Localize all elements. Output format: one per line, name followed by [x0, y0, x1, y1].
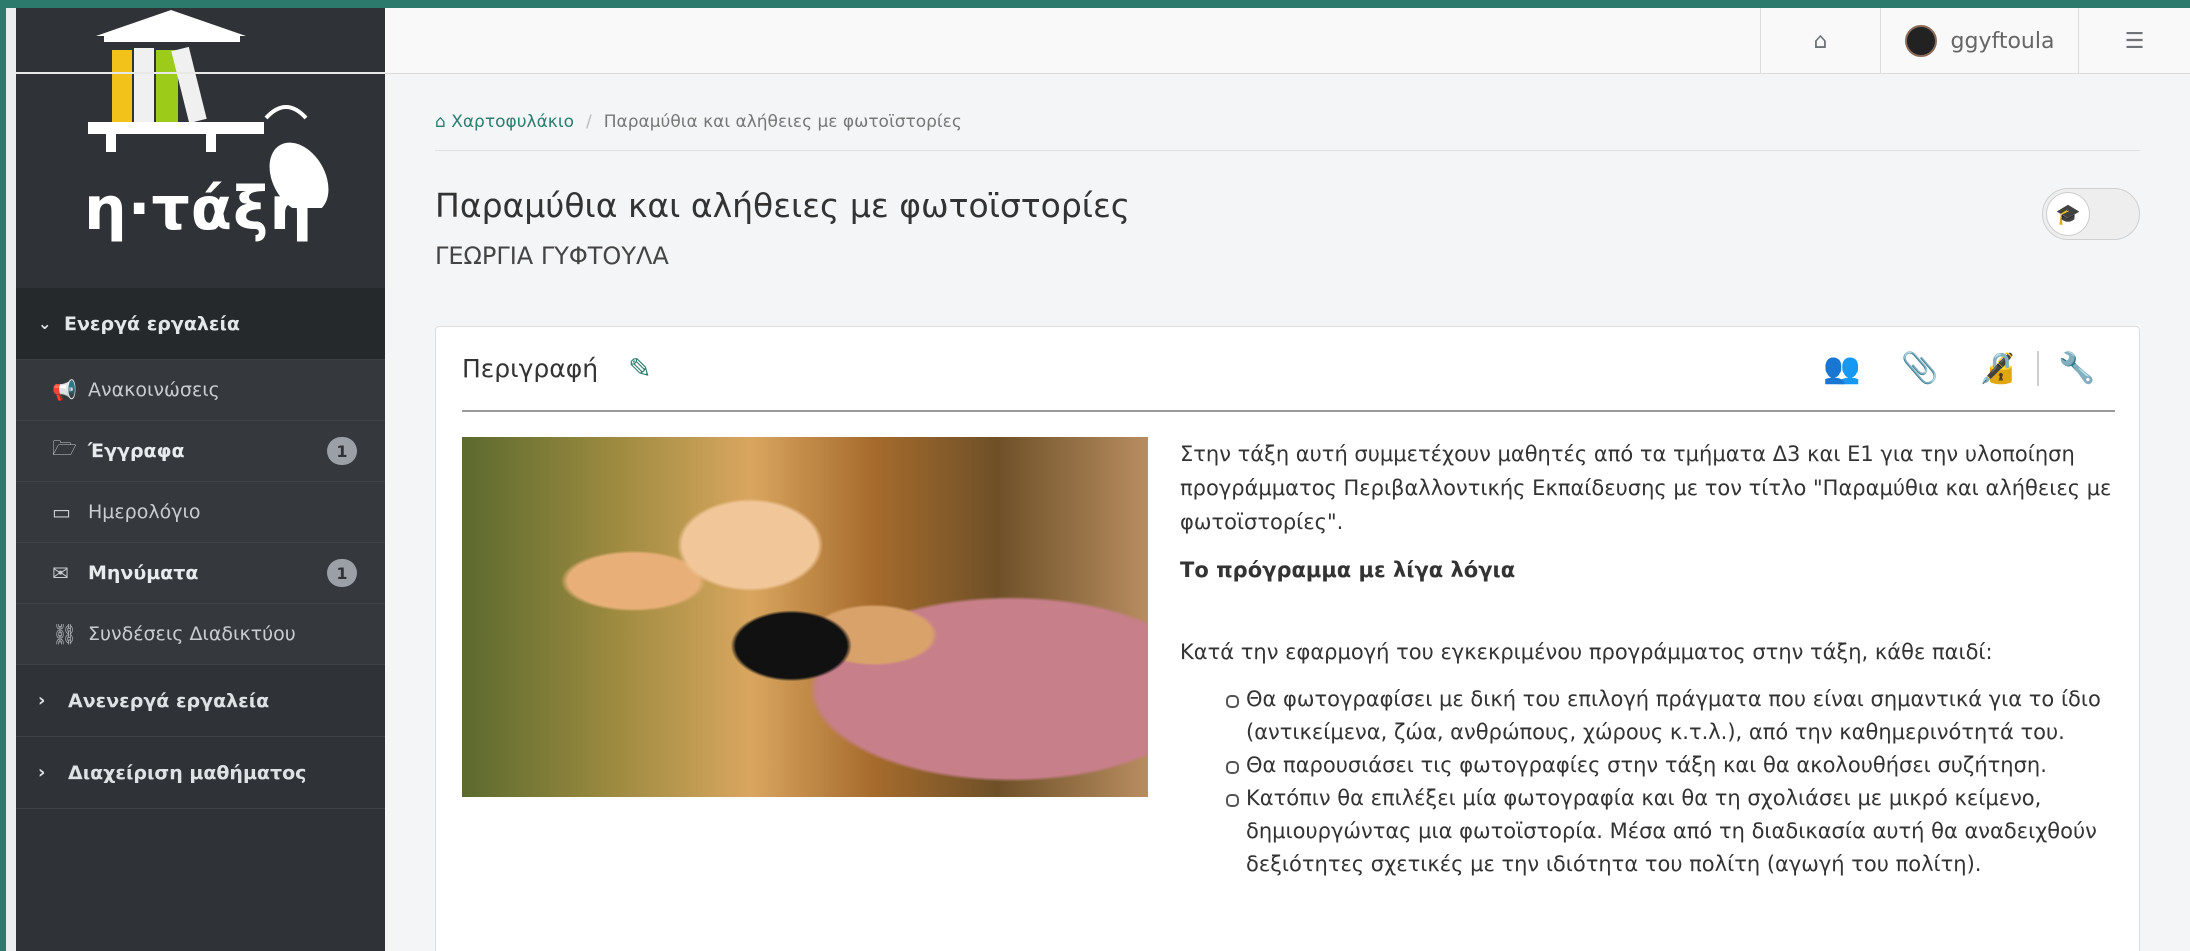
panel-header: Περιγραφή ✎ 👥 📎 🔏 🔧	[462, 327, 2115, 412]
settings-sliders-icon: ☰	[2124, 28, 2145, 54]
calendar-icon: ▭	[52, 500, 71, 524]
page-subtitle: ΓΕΩΡΓΙΑ ΓΥΦΤΟΥΛΑ	[435, 242, 669, 270]
menu-course-admin-label: Διαχείριση μαθήματος	[68, 761, 307, 784]
description-lead: Κατά την εφαρμογή του εγκεκριμένου προγρ…	[1180, 640, 1993, 664]
envelope-icon: ✉	[52, 561, 69, 585]
chevron-right-icon: ›	[38, 690, 46, 711]
pencil-icon[interactable]: ✎	[628, 352, 651, 385]
description-intro: Στην τάξη αυτή συμμετέχουν μαθητές από τ…	[1180, 442, 2112, 534]
description-subheading: Το πρόγραμμα με λίγα λόγια	[1180, 558, 1516, 582]
menu-inactive-tools-label: Ανενεργά εργαλεία	[68, 689, 270, 712]
breadcrumb-divider	[435, 150, 2140, 151]
chevron-down-icon: ⌄	[38, 314, 52, 333]
megaphone-icon: 📢	[52, 378, 77, 402]
sidebar-item-links[interactable]: ⛓ Συνδέσεις Διαδικτύου	[16, 604, 385, 665]
sidebar-item-label: Συνδέσεις Διαδικτύου	[88, 623, 296, 645]
logo[interactable]: η·τάξη	[16, 8, 385, 288]
count-badge: 1	[327, 437, 357, 465]
menu-active-tools-label: Ενεργά εργαλεία	[64, 312, 240, 335]
course-image	[462, 437, 1148, 797]
paperclip-icon[interactable]: 📎	[1881, 351, 1959, 386]
breadcrumb-separator: /	[585, 112, 592, 132]
sidebar-item-label: Έγγραφα	[88, 440, 185, 462]
top-bar: ⌂ ggyftoula ☰	[385, 8, 2190, 74]
panel-title: Περιγραφή	[462, 354, 599, 383]
panel-tools: 👥 📎 🔏 🔧	[1803, 351, 2115, 386]
menu-course-admin[interactable]: › Διαχείριση μαθήματος	[16, 737, 385, 809]
users-icon[interactable]: 👥	[1803, 351, 1881, 386]
logo-divider	[16, 72, 385, 74]
sidebar: η·τάξη ⌄ Ενεργά εργαλεία 📢 Ανακοινώσεις …	[16, 8, 385, 951]
menu-active-tools[interactable]: ⌄ Ενεργά εργαλεία	[16, 288, 385, 360]
list-item: Θα παρουσιάσει τις φωτογραφίες στην τάξη…	[1226, 749, 2115, 782]
description-panel: Περιγραφή ✎ 👥 📎 🔏 🔧 Στην τάξη αυτή συμμε…	[435, 326, 2140, 951]
home-icon: ⌂	[1813, 28, 1828, 54]
chevron-right-icon: ›	[38, 762, 46, 783]
sidebar-item-messages[interactable]: ✉ Μηνύματα 1	[16, 543, 385, 604]
logo-text: η·τάξη	[84, 174, 314, 244]
view-mode-toggle[interactable]: 🎓	[2042, 188, 2140, 240]
course-description: Στην τάξη αυτή συμμετέχουν μαθητές από τ…	[1180, 437, 2115, 881]
list-item: Θα φωτογραφίσει με δική του επιλογή πράγ…	[1226, 683, 2115, 749]
breadcrumb-home-link[interactable]: ⌂ Χαρτοφυλάκιο	[435, 112, 574, 132]
page-title: Παραμύθια και αλήθειες με φωτοϊστορίες	[435, 186, 1131, 225]
wrench-icon[interactable]: 🔧	[2037, 351, 2115, 386]
avatar	[1904, 25, 1937, 57]
sidebar-item-calendar[interactable]: ▭ Ημερολόγιο	[16, 482, 385, 543]
pen-lock-icon[interactable]: 🔏	[1959, 351, 2037, 386]
home-button[interactable]: ⌂	[1760, 8, 1880, 74]
sidebar-item-documents[interactable]: 🗁 Έγγραφα 1	[16, 421, 385, 482]
breadcrumb: ⌂ Χαρτοφυλάκιο / Παραμύθια και αλήθειες …	[435, 112, 962, 132]
menu-inactive-tools[interactable]: › Ανενεργά εργαλεία	[16, 665, 385, 737]
settings-button[interactable]: ☰	[2078, 8, 2190, 74]
sidebar-item-label: Ημερολόγιο	[88, 501, 201, 523]
folder-open-icon: 🗁	[52, 436, 77, 460]
breadcrumb-current: Παραμύθια και αλήθειες με φωτοϊστορίες	[603, 112, 962, 132]
description-bullets: Θα φωτογραφίσει με δική του επιλογή πράγ…	[1226, 683, 2115, 881]
graduation-cap-icon: 🎓	[2046, 192, 2090, 236]
sidebar-item-label: Μηνύματα	[88, 562, 199, 584]
sidebar-menu: ⌄ Ενεργά εργαλεία 📢 Ανακοινώσεις 🗁 Έγγρα…	[16, 288, 385, 809]
username: ggyftoula	[1950, 28, 2055, 54]
sidebar-item-label: Ανακοινώσεις	[88, 379, 220, 401]
main-content: ⌂ Χαρτοφυλάκιο / Παραμύθια και αλήθειες …	[385, 74, 2190, 951]
sidebar-item-announcements[interactable]: 📢 Ανακοινώσεις	[16, 360, 385, 421]
link-icon: ⛓	[52, 622, 78, 646]
user-menu[interactable]: ggyftoula	[1880, 8, 2078, 74]
list-item: Κατόπιν θα επιλέξει μία φωτογραφία και θ…	[1226, 782, 2115, 881]
count-badge: 1	[327, 559, 357, 587]
